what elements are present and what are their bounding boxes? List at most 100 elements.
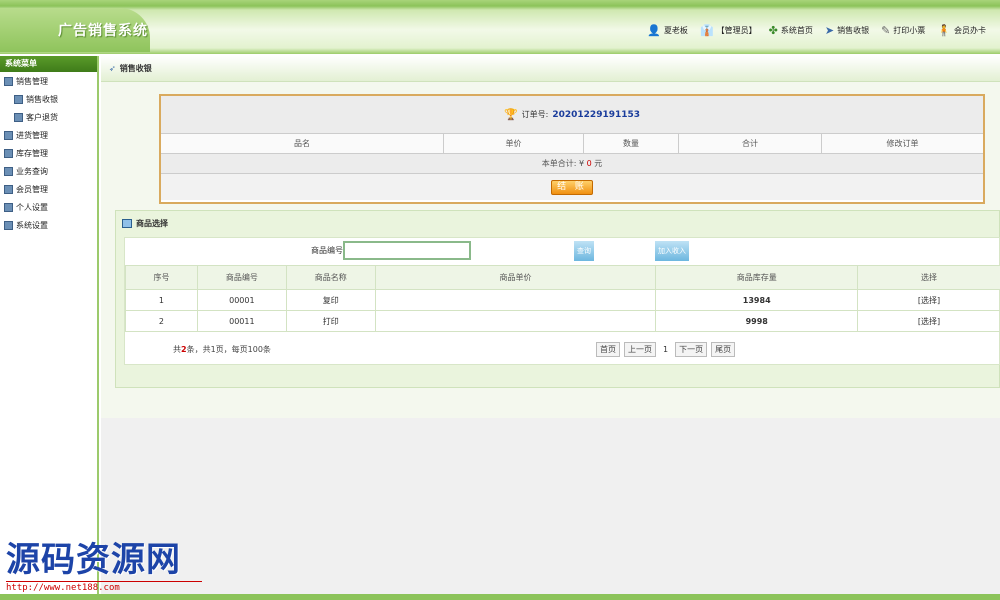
cell-no: 2 bbox=[125, 310, 198, 332]
nav-admin-label: 【管理员】 bbox=[716, 26, 757, 35]
order-icon: 🏆 bbox=[503, 108, 518, 121]
total-currency: ¥ bbox=[578, 159, 585, 168]
order-number-row: 🏆 订单号: 20201229191153 bbox=[161, 96, 983, 134]
sidebar-item-label: 库存管理 bbox=[16, 148, 48, 158]
nav-home[interactable]: ✤ 系统首页 bbox=[769, 24, 813, 37]
sidebar-item-sales[interactable]: 销售管理 bbox=[0, 72, 97, 90]
sidebar-item-query[interactable]: 业务查询 bbox=[0, 162, 97, 180]
folder-icon bbox=[4, 148, 13, 158]
sidebar-item-label: 客户退货 bbox=[26, 112, 58, 122]
col-price: 单价 bbox=[444, 134, 584, 153]
th-select: 选择 bbox=[857, 265, 1000, 290]
cell-code: 00011 bbox=[196, 310, 287, 332]
pagination: 共2条，共1页，每页100条 首页 上一页 1 下一页 尾页 bbox=[125, 338, 1000, 360]
cell-code: 00001 bbox=[196, 289, 287, 311]
admin-icon: 👔 bbox=[699, 24, 714, 37]
sidebar-item-label: 销售收银 bbox=[26, 94, 58, 104]
sidebar-item-label: 系统设置 bbox=[16, 220, 48, 230]
total-label: 本单合计: bbox=[541, 159, 577, 168]
table-header-row: 序号 商品编号 商品名称 商品单价 商品库存量 选择 bbox=[125, 265, 1000, 290]
nav-user-label: 夏老板 bbox=[663, 26, 688, 35]
th-name: 商品名称 bbox=[285, 265, 376, 290]
product-table: 序号 商品编号 商品名称 商品单价 商品库存量 选择 1 00001 复印 13… bbox=[125, 265, 1000, 332]
pager-suffix: 条，共1页，每页100条 bbox=[186, 345, 271, 354]
cell-stock: 13984 bbox=[655, 289, 859, 311]
nav-user[interactable]: 👤 夏老板 bbox=[647, 24, 688, 37]
sidebar-item-settings[interactable]: 系统设置 bbox=[0, 216, 97, 234]
order-panel: 🏆 订单号: 20201229191153 品名 单价 数量 合计 修改订单 本… bbox=[159, 94, 985, 204]
folder-icon bbox=[4, 130, 13, 140]
nav-admin[interactable]: 👔 【管理员】 bbox=[700, 24, 757, 37]
sidebar-item-cashier[interactable]: 销售收银 bbox=[0, 90, 97, 108]
user-icon: 👤 bbox=[647, 24, 661, 37]
checkout-button[interactable]: 结 账 bbox=[551, 179, 593, 195]
product-panel-title: 商品选择 bbox=[116, 211, 999, 235]
total-value: 0 bbox=[586, 159, 592, 168]
sidebar-item-personal[interactable]: 个人设置 bbox=[0, 198, 97, 216]
nav-member[interactable]: 🧍 会员办卡 bbox=[937, 24, 986, 37]
select-link[interactable]: [选择] bbox=[857, 310, 1000, 332]
folder-icon bbox=[4, 76, 13, 86]
folder-icon bbox=[4, 220, 13, 230]
pagination-buttons: 首页 上一页 1 下一页 尾页 bbox=[596, 342, 736, 357]
order-total-row: 本单合计: ¥ 0 元 bbox=[161, 154, 983, 174]
add-to-order-button[interactable]: 加入收入 bbox=[655, 241, 689, 261]
checkout-row: 结 账 bbox=[161, 174, 983, 200]
cell-price bbox=[374, 310, 657, 332]
nav-sales-label: 销售收银 bbox=[837, 26, 870, 35]
col-subtotal: 合计 bbox=[679, 134, 822, 153]
order-no-value: 20201229191153 bbox=[552, 109, 641, 120]
empty-workspace bbox=[101, 418, 1000, 594]
page-icon bbox=[14, 112, 23, 122]
sidebar-item-inventory[interactable]: 库存管理 bbox=[0, 144, 97, 162]
page-title-bar: ➶ 销售收银 bbox=[101, 56, 1000, 82]
sidebar: 系统菜单 销售管理 销售收银 客户退货 进货管理 库存管理 业务查询 会员管理 … bbox=[0, 56, 99, 594]
watermark-text: 源码资源网 bbox=[6, 540, 181, 580]
prev-page-button[interactable]: 上一页 bbox=[624, 342, 656, 357]
arrow-icon: ➶ bbox=[109, 64, 116, 73]
sidebar-item-purchase[interactable]: 进货管理 bbox=[0, 126, 97, 144]
order-column-headers: 品名 单价 数量 合计 修改订单 bbox=[161, 134, 983, 154]
table-row: 1 00001 复印 13984 [选择] bbox=[125, 289, 1000, 311]
cell-name: 复印 bbox=[285, 289, 376, 311]
cell-price bbox=[374, 289, 657, 311]
nav-print[interactable]: ✎ 打印小票 bbox=[881, 24, 925, 37]
first-page-button[interactable]: 首页 bbox=[596, 342, 620, 357]
sidebar-item-label: 销售管理 bbox=[16, 76, 48, 86]
last-page-button[interactable]: 尾页 bbox=[711, 342, 736, 357]
order-no-label: 订单号: bbox=[521, 110, 549, 119]
folder-icon bbox=[4, 202, 13, 212]
folder-icon bbox=[4, 184, 13, 194]
product-title: 商品选择 bbox=[136, 218, 168, 228]
cell-name: 打印 bbox=[285, 310, 376, 332]
sidebar-item-members[interactable]: 会员管理 bbox=[0, 180, 97, 198]
watermark-url: http://www.net188.com bbox=[6, 581, 202, 593]
member-icon: 🧍 bbox=[937, 24, 951, 37]
page-title: 销售收银 bbox=[119, 64, 152, 73]
footer-bar bbox=[0, 594, 1000, 600]
query-button[interactable]: 查询 bbox=[574, 241, 594, 261]
sidebar-item-returns[interactable]: 客户退货 bbox=[0, 108, 97, 126]
col-edit: 修改订单 bbox=[886, 139, 919, 148]
sidebar-item-label: 进货管理 bbox=[16, 130, 48, 140]
product-code-input[interactable] bbox=[343, 241, 471, 260]
cell-stock: 9998 bbox=[655, 310, 859, 332]
page-icon bbox=[14, 94, 23, 104]
next-page-button[interactable]: 下一页 bbox=[675, 342, 708, 357]
col-name: 品名 bbox=[161, 134, 444, 153]
sidebar-item-label: 会员管理 bbox=[16, 184, 48, 194]
window-icon bbox=[122, 218, 132, 228]
watermark: 源码资源网 http://www.net188.com bbox=[6, 532, 202, 593]
th-price: 商品单价 bbox=[374, 265, 657, 290]
th-stock: 商品库存量 bbox=[655, 265, 859, 290]
sidebar-header: 系统菜单 bbox=[0, 56, 97, 72]
select-link[interactable]: [选择] bbox=[857, 289, 1000, 311]
app-title: 广告销售系统 bbox=[58, 23, 148, 39]
pagination-info: 共2条，共1页，每页100条 bbox=[173, 344, 271, 355]
col-qty: 数量 bbox=[584, 134, 679, 153]
top-nav: 👤 夏老板 👔 【管理员】 ✤ 系统首页 ➤ 销售收银 ✎ 打印小票 🧍 会员办… bbox=[647, 24, 986, 37]
main-content: ➶ 销售收银 🏆 订单号: 20201229191153 品名 单价 数量 合计… bbox=[101, 56, 1000, 418]
nav-sales[interactable]: ➤ 销售收银 bbox=[825, 24, 869, 37]
th-no: 序号 bbox=[125, 265, 198, 290]
current-page: 1 bbox=[663, 345, 669, 354]
